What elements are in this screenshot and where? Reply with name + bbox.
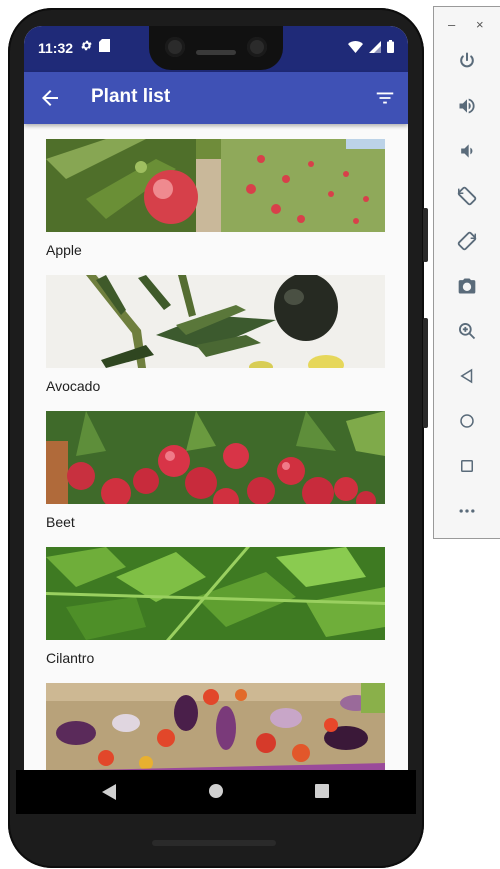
minimize-button[interactable]: – xyxy=(448,17,455,32)
rotate-right-icon xyxy=(457,231,477,251)
zoom-button[interactable] xyxy=(456,320,478,342)
volume-down-button[interactable] xyxy=(456,140,478,162)
bottom-speaker xyxy=(152,840,276,846)
plant-name: Apple xyxy=(46,242,82,258)
list-item[interactable]: Cilantro xyxy=(46,547,385,666)
plant-image xyxy=(46,275,385,368)
back-triangle-icon xyxy=(460,368,473,384)
overview-square-icon xyxy=(461,460,473,472)
rotate-right-button[interactable] xyxy=(456,230,478,252)
settings-gear-icon xyxy=(81,40,92,51)
nav-overview-icon[interactable] xyxy=(315,784,329,798)
volume-up-icon xyxy=(459,98,475,114)
power-key[interactable] xyxy=(423,208,428,262)
nav-back-icon[interactable] xyxy=(102,784,116,800)
sd-card-icon xyxy=(99,39,110,52)
status-bar: 11:32 xyxy=(24,26,408,72)
emulator-control-panel: – × xyxy=(433,6,500,539)
plant-list: Apple Avocado Beet Cilantro xyxy=(24,124,408,770)
wifi-icon xyxy=(348,40,363,53)
list-item[interactable]: Beet xyxy=(46,411,385,530)
device-screen: 11:32 Plant list Apple Avocado Beet Cila… xyxy=(24,26,408,770)
list-item[interactable]: Apple xyxy=(46,139,385,258)
front-camera-icon xyxy=(247,37,267,57)
back-button[interactable] xyxy=(456,365,478,387)
filter-icon[interactable] xyxy=(374,87,396,109)
plant-image xyxy=(46,411,385,504)
battery-icon xyxy=(387,40,394,53)
plant-image xyxy=(46,683,385,770)
volume-down-icon xyxy=(461,144,473,158)
rotate-left-icon xyxy=(457,186,477,206)
rotate-left-button[interactable] xyxy=(456,185,478,207)
plant-name: Beet xyxy=(46,514,75,530)
close-button[interactable]: × xyxy=(476,17,484,32)
zoom-in-icon xyxy=(459,323,476,340)
plant-name: Avocado xyxy=(46,378,101,394)
more-dots-icon xyxy=(459,509,475,513)
status-time: 11:32 xyxy=(38,40,74,56)
system-nav-bar xyxy=(16,770,416,814)
camera-notch xyxy=(149,26,283,70)
power-button[interactable] xyxy=(456,50,478,72)
power-icon xyxy=(460,52,474,68)
volume-key[interactable] xyxy=(423,318,428,428)
list-item[interactable]: Avocado xyxy=(46,275,385,394)
plant-name: Cilantro xyxy=(46,650,95,666)
list-item[interactable] xyxy=(46,683,385,770)
front-camera-icon xyxy=(165,37,185,57)
home-button[interactable] xyxy=(456,410,478,432)
earpiece-speaker xyxy=(196,50,236,55)
screenshot-button[interactable] xyxy=(456,275,478,297)
plant-image xyxy=(46,139,385,232)
home-circle-icon xyxy=(460,414,474,428)
more-button[interactable] xyxy=(456,500,478,522)
app-bar: Plant list xyxy=(24,72,408,124)
back-arrow-icon[interactable] xyxy=(38,86,62,110)
cellular-signal-icon xyxy=(369,40,381,53)
volume-up-button[interactable] xyxy=(456,95,478,117)
nav-home-icon[interactable] xyxy=(209,784,223,798)
camera-icon xyxy=(458,278,476,294)
plant-image xyxy=(46,547,385,640)
page-title: Plant list xyxy=(91,86,171,107)
overview-button[interactable] xyxy=(456,455,478,477)
